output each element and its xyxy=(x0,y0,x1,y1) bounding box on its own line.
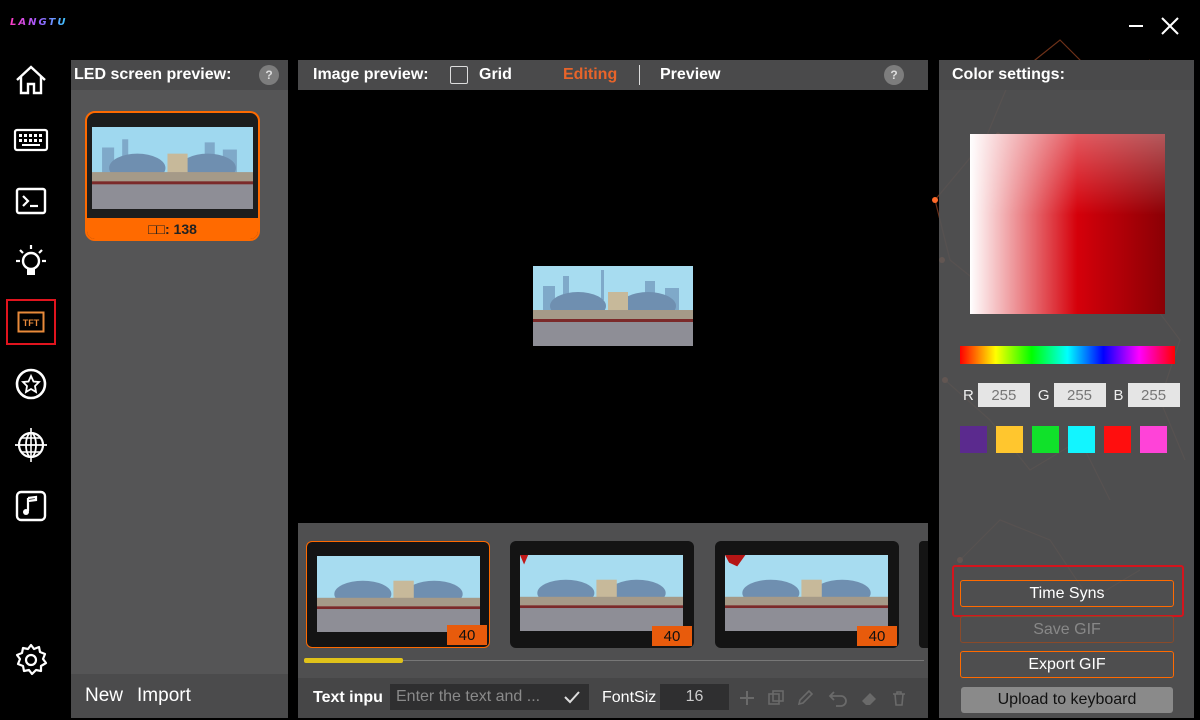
canvas-image[interactable] xyxy=(533,266,693,346)
rgb-inputs: R G B xyxy=(963,383,1188,407)
settings-button[interactable] xyxy=(6,637,56,683)
frame-image xyxy=(317,556,480,632)
led-preview-title: LED screen preview: xyxy=(74,66,232,83)
frame-thumbnail[interactable]: 40 xyxy=(510,541,694,648)
frame-image xyxy=(725,555,888,631)
home-icon xyxy=(16,65,46,95)
saturation-value-picker[interactable] xyxy=(970,134,1165,314)
text-input-label: Text inpu xyxy=(313,689,383,706)
image-preview-header: Image preview: Grid Editing Preview ? xyxy=(298,60,928,90)
color-swatch[interactable] xyxy=(1140,426,1167,453)
upload-to-keyboard-button[interactable]: Upload to keyboard xyxy=(961,687,1173,713)
grid-label: Grid xyxy=(479,66,512,83)
minimize-button[interactable] xyxy=(1122,12,1150,40)
color-swatch[interactable] xyxy=(996,426,1023,453)
b-label: B xyxy=(1113,386,1124,404)
nav-network[interactable] xyxy=(6,422,56,468)
nav-home[interactable] xyxy=(6,57,56,103)
nav-lighting[interactable] xyxy=(6,239,56,285)
led-frame-count: □□: 138 xyxy=(87,218,258,239)
preview-help-button[interactable]: ? xyxy=(884,65,904,85)
frame-scrollbar-thumb[interactable] xyxy=(304,658,404,663)
color-settings-title: Color settings: xyxy=(939,60,1194,90)
r-label: R xyxy=(963,386,974,404)
color-swatch[interactable] xyxy=(1068,426,1095,453)
b-input[interactable] xyxy=(1127,383,1180,407)
keyboard-icon xyxy=(13,128,49,152)
frame-thumbnail-partial[interactable] xyxy=(919,541,928,648)
eraser-icon[interactable] xyxy=(860,689,878,707)
confirm-check-icon[interactable] xyxy=(563,690,581,704)
led-help-button[interactable]: ? xyxy=(259,65,279,85)
text-input-field[interactable]: Enter the text and ... xyxy=(390,684,589,710)
nav-macro[interactable] xyxy=(6,178,56,224)
frame-scrollbar[interactable] xyxy=(304,658,924,663)
nav-music[interactable] xyxy=(6,483,56,529)
tab-editing[interactable]: Editing xyxy=(563,66,617,84)
frame-duration-badge: 40 xyxy=(652,626,692,646)
time-sync-button[interactable]: Time Syns xyxy=(960,580,1174,607)
close-button[interactable] xyxy=(1156,12,1184,40)
undo-icon[interactable] xyxy=(828,689,848,707)
globe-icon xyxy=(15,428,47,462)
nav-tft-screen[interactable]: TFT xyxy=(6,299,56,345)
new-button[interactable]: New xyxy=(71,685,137,707)
trash-icon[interactable] xyxy=(890,689,908,707)
image-preview-panel: Image preview: Grid Editing Preview ? 40… xyxy=(298,60,928,718)
tab-preview[interactable]: Preview xyxy=(660,66,720,84)
grid-checkbox[interactable] xyxy=(450,66,468,84)
lightbulb-icon xyxy=(16,245,46,275)
save-gif-button[interactable]: Save GIF xyxy=(960,616,1174,643)
g-input[interactable] xyxy=(1053,383,1106,407)
led-screen-thumbnail[interactable]: □□: 138 xyxy=(85,111,260,241)
font-size-input[interactable]: 16 xyxy=(660,684,729,710)
frame-duration-badge: 40 xyxy=(857,626,897,646)
app-logo: LANGTU xyxy=(10,17,68,28)
frame-strip: 40 40 40 xyxy=(298,523,928,678)
nav-profile[interactable] xyxy=(6,361,56,407)
r-input[interactable] xyxy=(977,383,1030,407)
g-label: G xyxy=(1037,386,1050,404)
minimize-icon xyxy=(1129,25,1143,27)
add-icon[interactable] xyxy=(738,689,756,707)
led-preview-header: LED screen preview: ? xyxy=(71,60,288,90)
nav-keyboard[interactable] xyxy=(6,117,56,163)
frame-duration-badge: 40 xyxy=(447,625,487,645)
frame-thumbnail[interactable]: 40 xyxy=(715,541,899,648)
left-footer-bar: New Import xyxy=(71,674,288,718)
led-thumbnail-image xyxy=(92,127,253,209)
music-note-icon xyxy=(15,490,47,522)
led-preview-panel: LED screen preview: ? □□: 138 New Import xyxy=(71,60,288,718)
color-settings-panel: Color settings: R G B Time Syns Save GIF… xyxy=(939,60,1194,718)
gear-icon xyxy=(15,643,48,676)
editing-canvas[interactable] xyxy=(298,90,928,523)
tab-divider xyxy=(639,65,640,85)
terminal-macro-icon xyxy=(15,187,47,215)
color-swatch[interactable] xyxy=(960,426,987,453)
tft-screen-icon: TFT xyxy=(17,311,45,333)
text-toolbar: Text inpu Enter the text and ... FontSiz… xyxy=(298,678,928,718)
color-swatch[interactable] xyxy=(1032,426,1059,453)
export-gif-button[interactable]: Export GIF xyxy=(960,651,1174,678)
color-swatch[interactable] xyxy=(1104,426,1131,453)
close-icon xyxy=(1161,17,1179,35)
image-preview-title: Image preview: xyxy=(313,66,429,83)
text-input-placeholder: Enter the text and ... xyxy=(396,688,541,705)
hue-slider[interactable] xyxy=(960,346,1175,364)
font-size-label: FontSiz xyxy=(602,689,657,706)
frame-thumbnail[interactable]: 40 xyxy=(306,541,490,648)
copy-icon[interactable] xyxy=(767,689,785,707)
svg-text:TFT: TFT xyxy=(23,318,40,328)
frame-image xyxy=(520,555,683,631)
import-button[interactable]: Import xyxy=(137,685,205,707)
edit-pencil-icon[interactable] xyxy=(796,689,814,707)
star-badge-icon xyxy=(15,368,47,400)
